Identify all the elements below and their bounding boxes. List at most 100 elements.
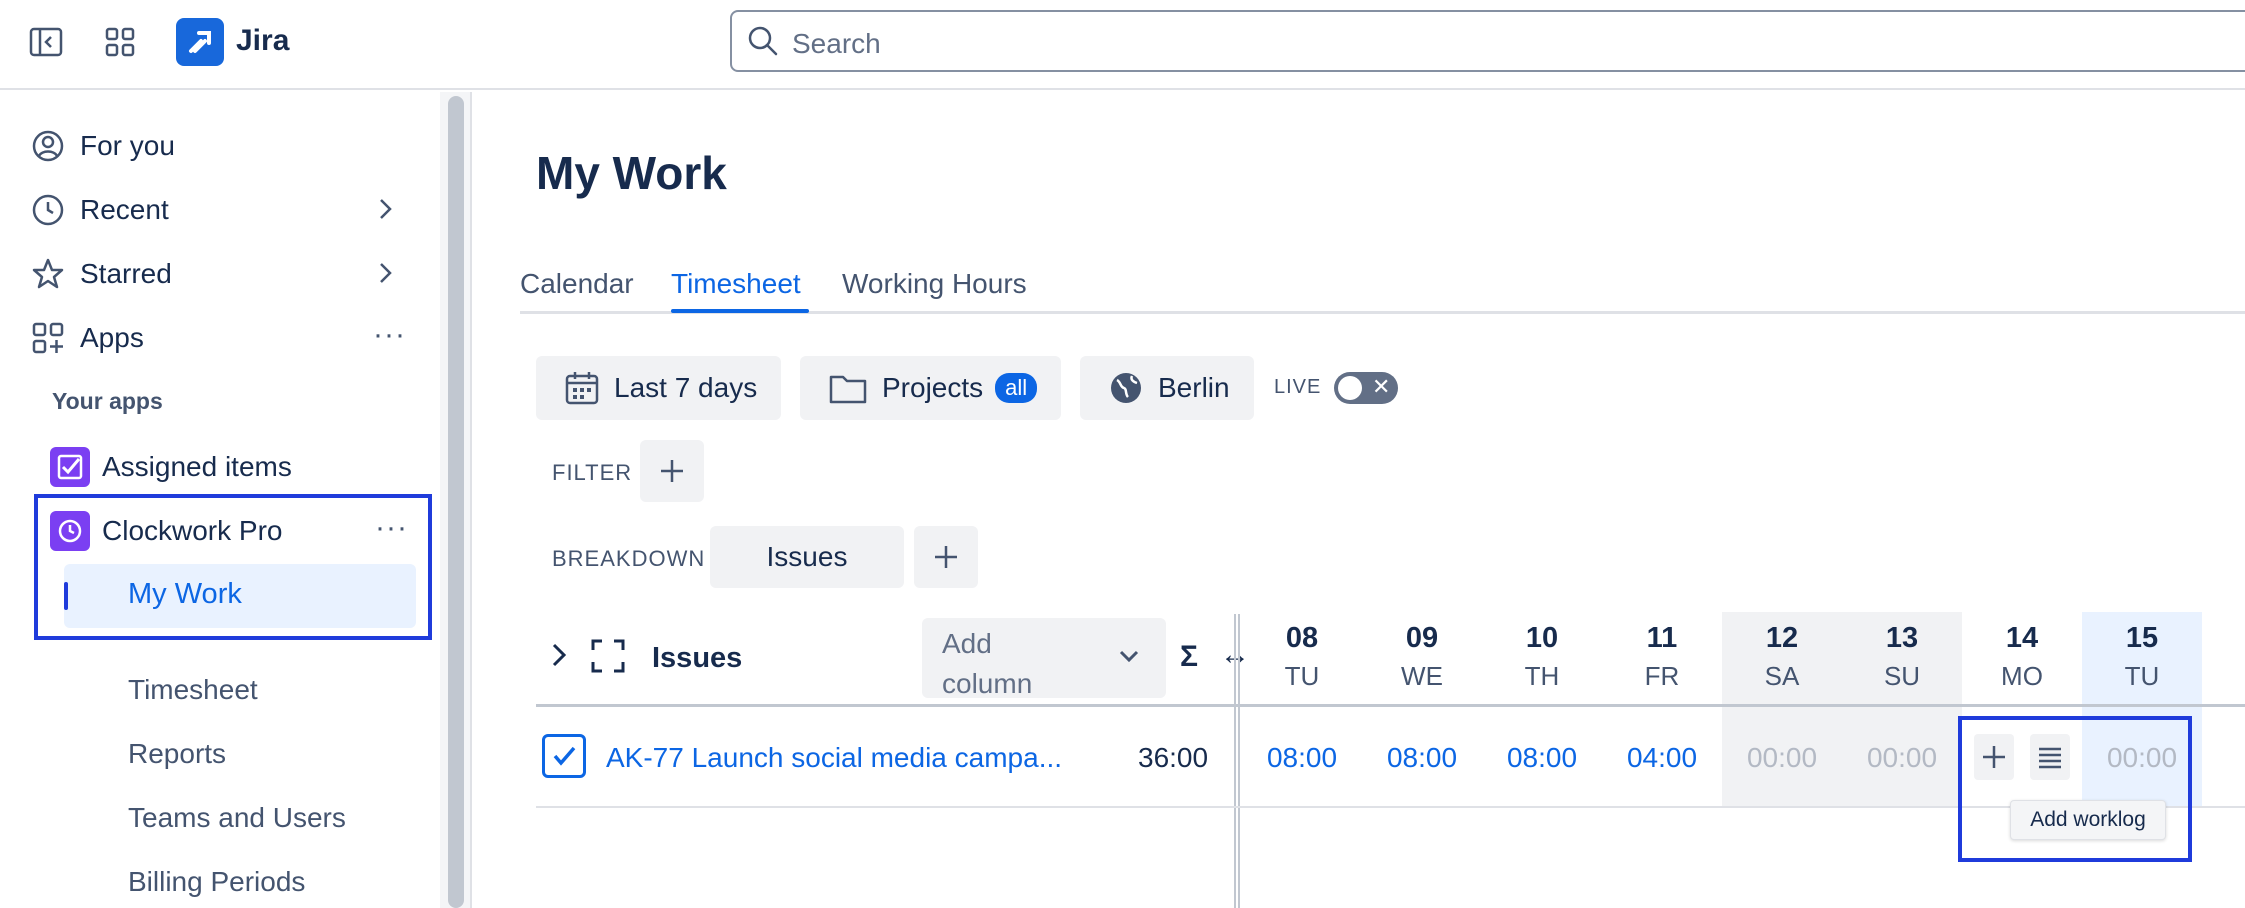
issue-total-hours: 36:00 (1138, 742, 1209, 773)
day-number: 13 (1885, 622, 1919, 654)
add-column-select[interactable]: Add column (922, 618, 1166, 699)
more-options-icon[interactable]: ··· (375, 511, 408, 545)
timezone-label: Berlin (1158, 372, 1230, 403)
day-of-week: TH (1524, 661, 1560, 691)
column-separator[interactable] (1234, 614, 1240, 908)
issue-checkbox[interactable] (542, 734, 586, 778)
day-of-week: MO (2001, 661, 2043, 691)
day-header-5: 13 SU (1842, 622, 1962, 692)
sidebar-item-label: For you (80, 130, 175, 161)
day-number: 08 (1285, 622, 1319, 654)
search-placeholder: Search (792, 28, 881, 59)
close-icon: ✕ (1372, 374, 1391, 399)
issue-link[interactable]: AK-77 Launch social media campa... (606, 742, 1062, 774)
day-of-week: TU (2124, 661, 2160, 691)
add-worklog-button[interactable] (1974, 734, 2014, 780)
sidebar-item-label: Assigned items (102, 451, 292, 482)
sidebar-divider (470, 92, 472, 908)
day-of-week: WE (1401, 661, 1443, 691)
expand-chevron-icon[interactable] (546, 640, 572, 675)
more-options-icon[interactable]: ··· (373, 318, 406, 352)
breakdown-chip-issues[interactable]: Issues (710, 526, 904, 588)
hours-cell-0[interactable]: 08:00 (1242, 742, 1362, 774)
add-worklog-tooltip: Add worklog (2010, 800, 2166, 840)
day-number: 10 (1525, 622, 1559, 654)
projects-button[interactable]: Projects all (800, 356, 1062, 420)
header-divider (536, 704, 2245, 707)
sidebar-item-label: Clockwork Pro (102, 515, 283, 546)
day-header-2: 10 TH (1482, 622, 1602, 692)
sidebar-item-label: My Work (128, 578, 242, 610)
tab-bar: Calendar Timesheet Working Hours (520, 260, 2245, 314)
day-header-6: 14 MO (1962, 622, 2082, 692)
folder-icon (828, 371, 868, 405)
add-breakdown-button[interactable] (914, 526, 978, 588)
day-header-7: 15 TU (2082, 622, 2202, 692)
plus-icon (1983, 746, 2005, 768)
globe-icon (1108, 370, 1144, 406)
add-filter-button[interactable] (640, 440, 704, 502)
hours-cell-5[interactable]: 00:00 (1842, 742, 1962, 774)
live-toggle[interactable]: ✕ (1334, 372, 1398, 404)
tab-calendar[interactable]: Calendar (520, 268, 634, 300)
sidebar-item-starred[interactable]: Starred (28, 248, 418, 300)
assigned-items-app-icon (50, 447, 90, 487)
day-header-3: 11 FR (1602, 622, 1722, 692)
sidebar-item-my-work[interactable]: My Work (64, 564, 416, 628)
day-header-1: 09 WE (1362, 622, 1482, 692)
live-label: LIVE (1274, 376, 1322, 398)
chevron-right-icon[interactable] (370, 194, 400, 231)
tab-timesheet[interactable]: Timesheet (671, 268, 801, 300)
day-header-0: 08 TU (1242, 622, 1362, 692)
day-of-week: SU (1883, 661, 1921, 691)
checkmark-icon (553, 746, 576, 766)
sidebar-item-teams-and-users[interactable]: Teams and Users (128, 802, 346, 834)
hours-cell-1[interactable]: 08:00 (1362, 742, 1482, 774)
jira-logo-icon[interactable] (176, 18, 224, 66)
sidebar-scrollbar[interactable] (448, 96, 464, 908)
sidebar-item-timesheet[interactable]: Timesheet (128, 674, 258, 706)
tab-working-hours[interactable]: Working Hours (842, 268, 1027, 300)
projects-badge: all (995, 373, 1038, 403)
sidebar-item-billing-periods[interactable]: Billing Periods (128, 866, 305, 898)
calendar-icon (564, 370, 600, 406)
date-range-label: Last 7 days (614, 372, 758, 403)
fullscreen-icon[interactable] (590, 638, 626, 679)
day-header-4: 12 SA (1722, 622, 1842, 692)
plus-icon (935, 546, 957, 568)
page-title: My Work (536, 147, 727, 199)
hours-cell-3[interactable]: 04:00 (1602, 742, 1722, 774)
sidebar-item-label: Apps (80, 322, 144, 353)
hours-cell-4[interactable]: 00:00 (1722, 742, 1842, 774)
hours-cell-2[interactable]: 08:00 (1482, 742, 1602, 774)
date-range-button[interactable]: Last 7 days (536, 356, 782, 420)
worklog-list-button[interactable] (2030, 734, 2070, 780)
timezone-button[interactable]: Berlin (1080, 356, 1254, 420)
your-apps-heading: Your apps (52, 388, 163, 414)
search-input[interactable]: Search (730, 10, 2245, 72)
chevron-down-icon (1118, 648, 1140, 669)
add-column-label: column (942, 668, 1033, 699)
chevron-right-icon[interactable] (370, 258, 400, 295)
sum-icon[interactable]: Σ (1180, 640, 1198, 674)
brand-name[interactable]: Jira (236, 24, 289, 58)
sidebar-app-clockwork-pro[interactable]: Clockwork Pro ··· (50, 505, 420, 557)
search-icon (746, 24, 780, 63)
add-column-label: Add (942, 628, 992, 659)
active-tab-indicator (671, 309, 809, 313)
day-number: 15 (2125, 622, 2159, 654)
list-icon (2039, 747, 2061, 769)
sidebar-item-recent[interactable]: Recent (28, 184, 418, 236)
sidebar-item-reports[interactable]: Reports (128, 738, 226, 770)
app-switcher-icon[interactable] (100, 22, 140, 62)
sidebar-item-label: Starred (80, 258, 172, 289)
sidebar-app-assigned-items[interactable]: Assigned items (50, 441, 420, 493)
sidebar-item-apps[interactable]: Apps ··· (28, 312, 418, 364)
day-of-week: SA (1764, 661, 1800, 691)
apps-grid-icon (28, 318, 68, 358)
sidebar-toggle-icon[interactable] (26, 22, 66, 62)
plus-icon (661, 460, 683, 482)
day-number: 11 (1646, 622, 1678, 654)
clockwork-pro-app-icon (50, 511, 90, 551)
sidebar-item-for-you[interactable]: For you (28, 120, 418, 172)
